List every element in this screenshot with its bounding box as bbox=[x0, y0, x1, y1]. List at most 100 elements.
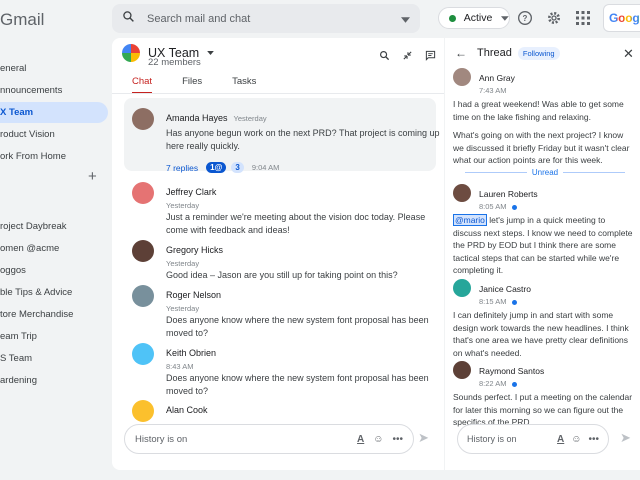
mention-count-badge: 1@ bbox=[206, 162, 227, 173]
avatar[interactable] bbox=[132, 285, 154, 307]
message-text: Good idea – Jason are you still up for t… bbox=[166, 270, 398, 280]
message-time: Yesterday bbox=[166, 201, 200, 210]
message-text: Does anyone know where the new system fo… bbox=[166, 373, 429, 396]
gear-icon[interactable] bbox=[545, 9, 563, 27]
message-author: Raymond Santos bbox=[479, 366, 545, 376]
message-item[interactable]: Alan Cook bbox=[132, 400, 441, 422]
avatar[interactable] bbox=[132, 240, 154, 262]
avatar[interactable] bbox=[453, 361, 471, 379]
avatar[interactable] bbox=[132, 343, 154, 365]
emoji-icon[interactable]: ☺ bbox=[373, 434, 383, 445]
message-time: 8:43 AM bbox=[166, 362, 194, 371]
search-icon[interactable] bbox=[122, 10, 135, 28]
search-options-icon[interactable] bbox=[401, 10, 410, 28]
text-format-icon[interactable]: A bbox=[357, 434, 364, 445]
avatar[interactable] bbox=[132, 108, 154, 130]
message-time: Yesterday bbox=[166, 259, 200, 268]
sidebar-item-tips-advice[interactable]: ble Tips & Advice bbox=[0, 282, 108, 303]
message-item[interactable]: Gregory Hicks Yesterday Good idea – Jaso… bbox=[132, 240, 441, 282]
app-brand[interactable]: Gmail bbox=[0, 10, 44, 30]
close-icon[interactable]: ✕ bbox=[623, 46, 634, 62]
message-item[interactable]: Amanda Hayes Yesterday Has anyone begun w… bbox=[132, 108, 441, 173]
avatar[interactable] bbox=[453, 279, 471, 297]
sidebar-item-general[interactable]: eneral bbox=[0, 58, 108, 79]
sidebar-item-store-merchandise[interactable]: tore Merchandise bbox=[0, 304, 108, 325]
status-dot bbox=[449, 14, 456, 22]
message-item[interactable]: Jeffrey Clark Yesterday Just a reminder … bbox=[132, 182, 441, 237]
edited-dot bbox=[511, 204, 517, 210]
room-member-count: 22 members bbox=[148, 57, 201, 68]
more-options-icon[interactable]: ••• bbox=[392, 434, 403, 445]
message-author: Roger Nelson bbox=[166, 290, 222, 300]
message-author: Keith Obrien bbox=[166, 348, 217, 358]
composer-input[interactable]: History is on bbox=[135, 434, 348, 445]
back-arrow-icon[interactable]: ← bbox=[455, 46, 467, 60]
sidebar: eneral nnouncements X Team roduct Vision… bbox=[0, 58, 108, 392]
search-input[interactable]: Search mail and chat bbox=[147, 13, 401, 25]
sidebar-item-ux-team[interactable]: X Team bbox=[0, 102, 108, 123]
message-author: Alan Cook bbox=[166, 405, 208, 415]
send-icon[interactable]: ➤ bbox=[620, 430, 631, 446]
thread-message[interactable]: Lauren Roberts 8:05 AM @mario let's jump… bbox=[453, 184, 633, 277]
room-menu-chevron-icon[interactable] bbox=[207, 51, 215, 55]
avatar[interactable] bbox=[132, 400, 154, 422]
thread-composer[interactable]: History is on A ☺ ••• bbox=[457, 424, 609, 454]
message-text: I can definitely jump in and start with … bbox=[453, 310, 629, 358]
search-bar[interactable]: Search mail and chat bbox=[112, 4, 420, 33]
sidebar-item-s-team[interactable]: S Team bbox=[0, 348, 108, 369]
message-author: Amanda Hayes bbox=[166, 113, 228, 123]
reply-time: 9:04 AM bbox=[251, 163, 280, 172]
thread-list-icon[interactable] bbox=[425, 48, 436, 66]
tab-chat[interactable]: Chat bbox=[132, 76, 153, 94]
avatar[interactable] bbox=[453, 68, 471, 86]
message-text: Does anyone know where the new system fo… bbox=[166, 315, 429, 338]
thread-composer-input[interactable]: History is on bbox=[467, 434, 550, 444]
sidebar-item-project-daybreak[interactable]: roject Daybreak bbox=[0, 216, 108, 237]
thread-title: Thread bbox=[477, 47, 512, 59]
unread-divider: Unread bbox=[465, 168, 625, 177]
following-badge[interactable]: Following bbox=[517, 46, 560, 60]
message-item[interactable]: Roger Nelson Yesterday Does anyone know … bbox=[132, 285, 441, 340]
message-item[interactable]: Keith Obrien 8:43 AM Does anyone know wh… bbox=[132, 343, 441, 398]
avatar[interactable] bbox=[453, 184, 471, 202]
sidebar-item-announcements[interactable]: nnouncements bbox=[0, 80, 108, 101]
status-label: Active bbox=[463, 12, 493, 24]
tab-files[interactable]: Files bbox=[182, 76, 202, 94]
thread-message[interactable]: Ann Gray 7:43 AM I had a great weekend! … bbox=[453, 68, 633, 167]
sidebar-item-doggos[interactable]: oggos bbox=[0, 260, 108, 281]
search-room-icon[interactable] bbox=[379, 48, 390, 66]
replies-link[interactable]: 7 replies bbox=[166, 163, 198, 173]
message-text: Has anyone begun work on the next PRD? T… bbox=[166, 128, 440, 151]
message-author: Jeffrey Clark bbox=[166, 187, 217, 197]
sidebar-item-women-acme[interactable]: omen @acme bbox=[0, 238, 108, 259]
thread-message[interactable]: Raymond Santos 8:22 AM Sounds perfect. I… bbox=[453, 361, 633, 429]
help-icon[interactable]: ? bbox=[516, 9, 534, 27]
unread-label: Unread bbox=[531, 168, 559, 177]
sidebar-item-gardening[interactable]: ardening bbox=[0, 370, 108, 391]
sidebar-item-team-trip[interactable]: eam Trip bbox=[0, 326, 108, 347]
edited-dot bbox=[511, 381, 517, 387]
avatar[interactable] bbox=[132, 182, 154, 204]
room-avatar bbox=[122, 44, 140, 62]
more-options-icon[interactable]: ••• bbox=[588, 434, 599, 445]
google-account-button[interactable]: Google bbox=[603, 4, 640, 32]
add-room-icon[interactable]: + bbox=[88, 168, 97, 185]
message-text: I had a great weekend! Was able to get s… bbox=[453, 99, 624, 122]
tab-tasks[interactable]: Tasks bbox=[232, 76, 256, 94]
chat-panel: UX Team 22 members Chat Files Tasks Aman… bbox=[112, 38, 444, 470]
thread-message[interactable]: Janice Castro 8:15 AM I can definitely j… bbox=[453, 279, 633, 359]
mention-chip[interactable]: @mario bbox=[453, 214, 487, 226]
sidebar-item-product-vision[interactable]: roduct Vision bbox=[0, 124, 108, 145]
message-composer[interactable]: History is on A ☺ ••• bbox=[124, 424, 414, 454]
message-time: Yesterday bbox=[166, 304, 200, 313]
sidebar-item-work-from-home[interactable]: ork From Home bbox=[0, 146, 108, 167]
thread-panel: ← Thread Following ✕ Ann Gray 7:43 AM I … bbox=[445, 38, 640, 470]
pop-in-icon[interactable] bbox=[402, 48, 413, 66]
send-icon[interactable]: ➤ bbox=[418, 430, 429, 446]
emoji-icon[interactable]: ☺ bbox=[571, 434, 581, 445]
google-logo: Google bbox=[609, 11, 640, 25]
text-format-icon[interactable]: A bbox=[557, 434, 564, 445]
apps-grid-icon[interactable] bbox=[574, 9, 592, 27]
message-time: 8:15 AM bbox=[479, 297, 507, 306]
status-selector[interactable]: Active bbox=[438, 7, 510, 29]
